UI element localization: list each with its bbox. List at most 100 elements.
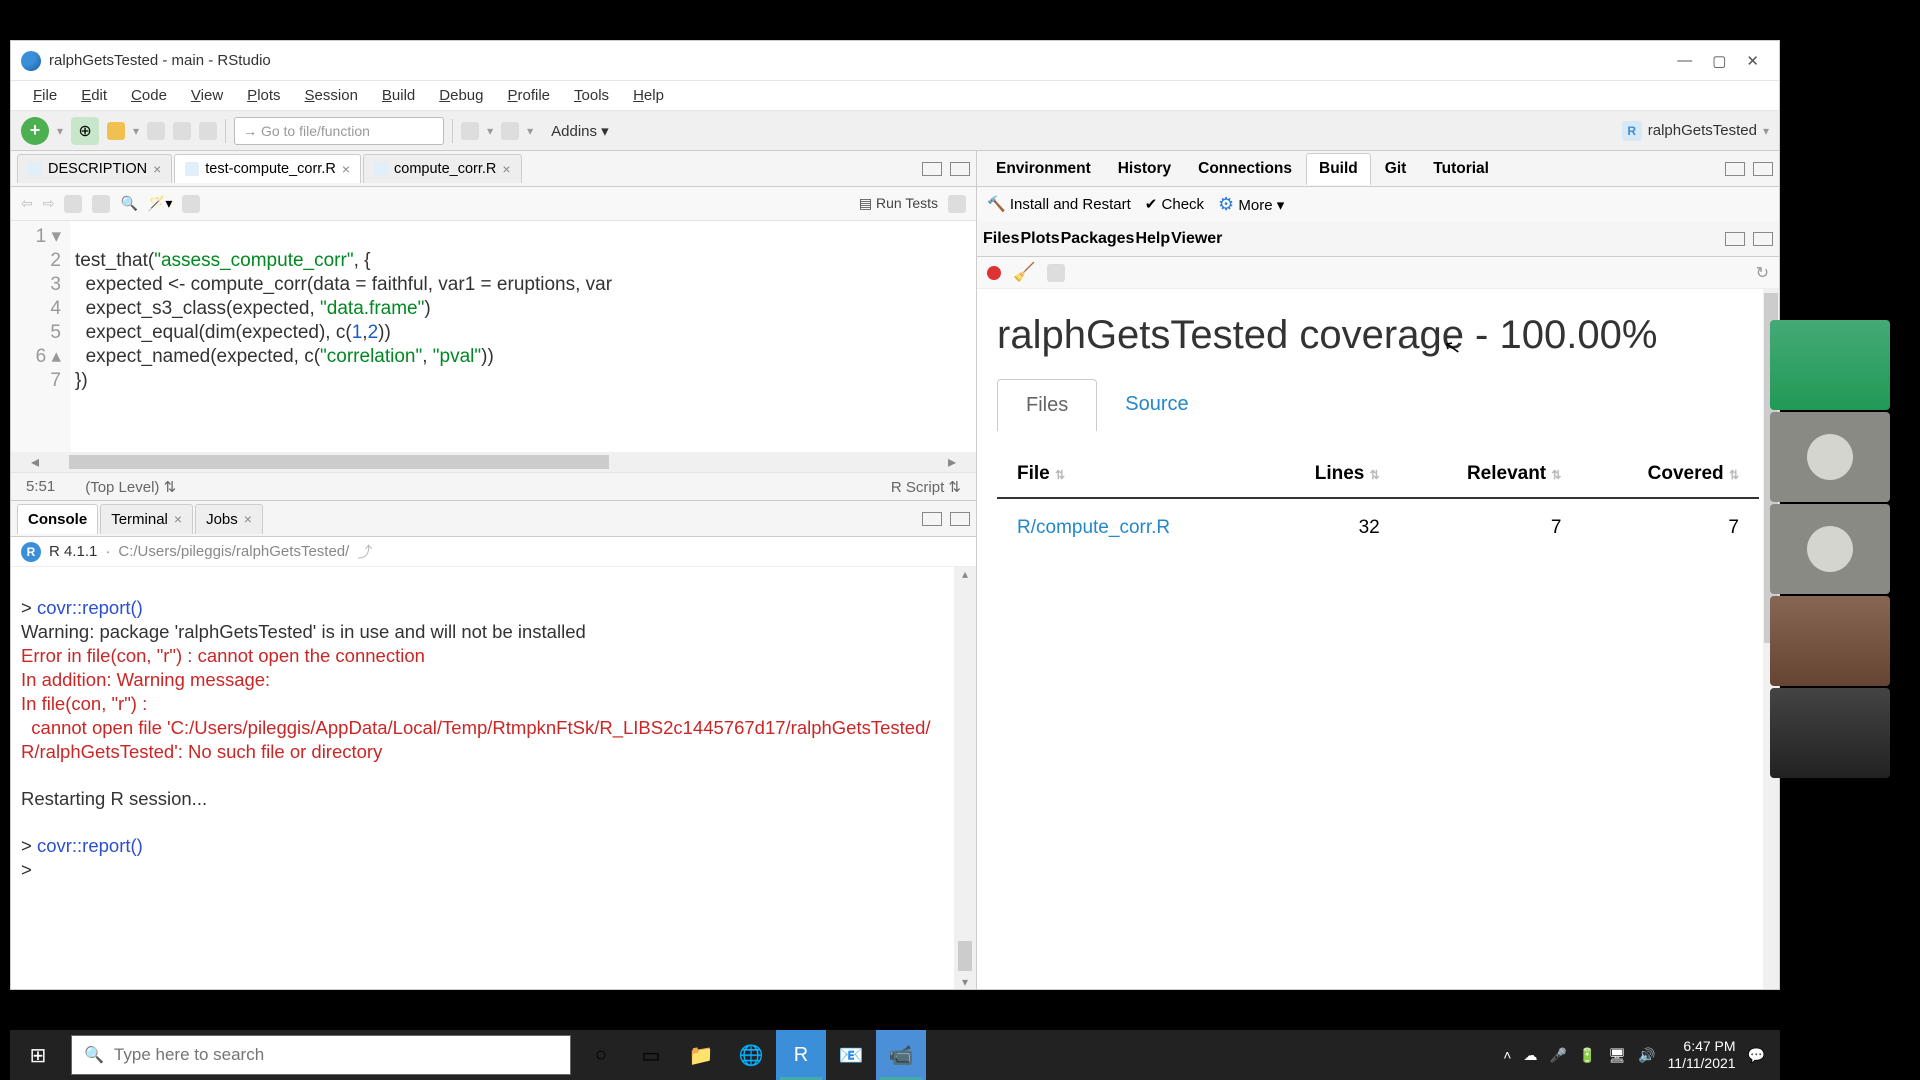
goto-dir-icon[interactable]: ⤴: [357, 541, 372, 562]
new-file-dropdown[interactable]: ▾: [57, 124, 63, 138]
source-options[interactable]: [948, 195, 966, 213]
start-button[interactable]: ⊞: [10, 1030, 66, 1080]
menu-view[interactable]: View: [179, 83, 235, 108]
menu-file[interactable]: File: [21, 83, 69, 108]
volume-icon[interactable]: 🔊: [1638, 1047, 1655, 1064]
video-tile[interactable]: [1770, 688, 1890, 778]
minimize-pane-icon[interactable]: [922, 512, 942, 526]
tab-files[interactable]: Files: [983, 230, 1019, 248]
tab-console[interactable]: Console: [17, 504, 98, 534]
close-tab-icon[interactable]: ×: [342, 161, 350, 177]
maximize-button[interactable]: ▢: [1712, 52, 1726, 70]
goto-file-input[interactable]: → Go to file/function: [234, 117, 444, 145]
tab-terminal[interactable]: Terminal ×: [100, 504, 193, 534]
horizontal-scrollbar[interactable]: ◂ ▸: [11, 452, 976, 472]
menu-edit[interactable]: Edit: [69, 83, 119, 108]
col-relevant[interactable]: Relevant ⇅: [1400, 451, 1582, 498]
back-button[interactable]: ⇦: [21, 195, 33, 212]
tab-jobs[interactable]: Jobs ×: [195, 504, 263, 534]
minimize-pane-icon[interactable]: [1725, 162, 1745, 176]
task-view-icon[interactable]: ▭: [626, 1030, 676, 1080]
code-editor[interactable]: 1 ▾23456 ▴7 test_that("assess_compute_co…: [11, 221, 976, 452]
tray-up-icon[interactable]: ˄: [1503, 1047, 1511, 1063]
print-button[interactable]: [199, 122, 217, 140]
video-tile[interactable]: [1770, 412, 1890, 502]
scope-selector[interactable]: (Top Level) ⇅: [85, 478, 176, 496]
console-output[interactable]: > covr::report() Warning: package 'ralph…: [11, 567, 954, 989]
grid-button[interactable]: [461, 122, 479, 140]
explorer-icon[interactable]: 📁: [676, 1030, 726, 1080]
maximize-pane-icon[interactable]: [950, 512, 970, 526]
broom-icon[interactable]: 🧹: [1013, 262, 1035, 283]
outlook-icon[interactable]: 📧: [826, 1030, 876, 1080]
cortana-icon[interactable]: ○: [576, 1030, 626, 1080]
video-tile[interactable]: [1770, 504, 1890, 594]
tab-compute-corr[interactable]: compute_corr.R ×: [363, 154, 522, 183]
file-link[interactable]: R/compute_corr.R: [997, 498, 1258, 557]
minimize-pane-icon[interactable]: [922, 162, 942, 176]
new-file-button[interactable]: +: [21, 117, 49, 145]
menu-tools[interactable]: Tools: [562, 83, 621, 108]
windows-search[interactable]: 🔍: [71, 1035, 571, 1075]
maximize-pane-icon[interactable]: [950, 162, 970, 176]
tab-git[interactable]: Git: [1372, 153, 1420, 185]
chrome-icon[interactable]: 🌐: [726, 1030, 776, 1080]
table-row[interactable]: R/compute_corr.R 32 7 7: [997, 498, 1759, 557]
tab-plots[interactable]: Plots: [1020, 230, 1059, 248]
tab-packages[interactable]: Packages: [1061, 230, 1135, 248]
filetype-selector[interactable]: R Script ⇅: [891, 478, 961, 496]
menu-session[interactable]: Session: [293, 83, 370, 108]
minimize-button[interactable]: —: [1677, 52, 1692, 70]
open-file-button[interactable]: [107, 122, 125, 140]
wand-button[interactable]: 🪄▾: [148, 195, 172, 212]
col-lines[interactable]: Lines ⇅: [1258, 451, 1400, 498]
menu-plots[interactable]: Plots: [235, 83, 292, 108]
video-tile[interactable]: [1770, 596, 1890, 686]
tab-description[interactable]: DESCRIPTION ×: [17, 154, 172, 183]
tab-tutorial[interactable]: Tutorial: [1420, 153, 1502, 185]
tab-test-compute-corr[interactable]: test-compute_corr.R ×: [174, 154, 361, 183]
forward-button[interactable]: ⇨: [43, 195, 55, 212]
more-menu[interactable]: ⚙ More ▾: [1218, 194, 1284, 215]
console-scrollbar[interactable]: ▴ ▾: [954, 567, 976, 989]
panes-button[interactable]: [501, 122, 519, 140]
maximize-pane-icon[interactable]: [1753, 162, 1773, 176]
working-dir[interactable]: C:/Users/pileggis/ralphGetsTested/: [118, 543, 349, 560]
show-in-new-window[interactable]: [64, 195, 82, 213]
tab-help[interactable]: Help: [1135, 230, 1170, 248]
tab-connections[interactable]: Connections: [1185, 153, 1305, 185]
project-menu[interactable]: R ralphGetsTested ▾: [1622, 121, 1769, 141]
find-button[interactable]: 🔍: [120, 195, 137, 212]
close-tab-icon[interactable]: ×: [502, 161, 510, 177]
save-source-button[interactable]: [92, 195, 110, 213]
clock[interactable]: 6:47 PM 11/11/2021: [1668, 1038, 1736, 1072]
minimize-pane-icon[interactable]: [1725, 232, 1745, 246]
new-project-button[interactable]: ⊕: [71, 117, 99, 145]
menu-help[interactable]: Help: [621, 83, 676, 108]
close-button[interactable]: ✕: [1746, 52, 1759, 70]
export-icon[interactable]: [1047, 264, 1065, 282]
menu-build[interactable]: Build: [370, 83, 427, 108]
save-all-button[interactable]: [173, 122, 191, 140]
display-icon[interactable]: 🖥: [1608, 1047, 1626, 1064]
tab-viewer[interactable]: Viewer: [1171, 230, 1222, 248]
coverage-tab-source[interactable]: Source: [1097, 379, 1216, 431]
coverage-tab-files[interactable]: Files: [997, 379, 1097, 431]
run-tests-button[interactable]: ▤ Run Tests: [859, 195, 938, 212]
menu-debug[interactable]: Debug: [427, 83, 495, 108]
mic-icon[interactable]: 🎤: [1549, 1047, 1566, 1064]
video-tile[interactable]: [1770, 320, 1890, 410]
refresh-icon[interactable]: ↻: [1756, 263, 1769, 283]
install-restart-button[interactable]: 🔨 Install and Restart: [987, 195, 1131, 213]
menu-profile[interactable]: Profile: [496, 83, 563, 108]
addins-menu[interactable]: Addins ▾: [541, 122, 619, 140]
menu-code[interactable]: Code: [119, 83, 179, 108]
col-file[interactable]: File ⇅: [997, 451, 1258, 498]
save-button[interactable]: [147, 122, 165, 140]
close-tab-icon[interactable]: ×: [153, 161, 161, 177]
col-covered[interactable]: Covered ⇅: [1581, 451, 1759, 498]
rstudio-task-icon[interactable]: R: [776, 1030, 826, 1080]
compile-button[interactable]: [182, 195, 200, 213]
tab-environment[interactable]: Environment: [983, 153, 1104, 185]
tab-history[interactable]: History: [1105, 153, 1184, 185]
